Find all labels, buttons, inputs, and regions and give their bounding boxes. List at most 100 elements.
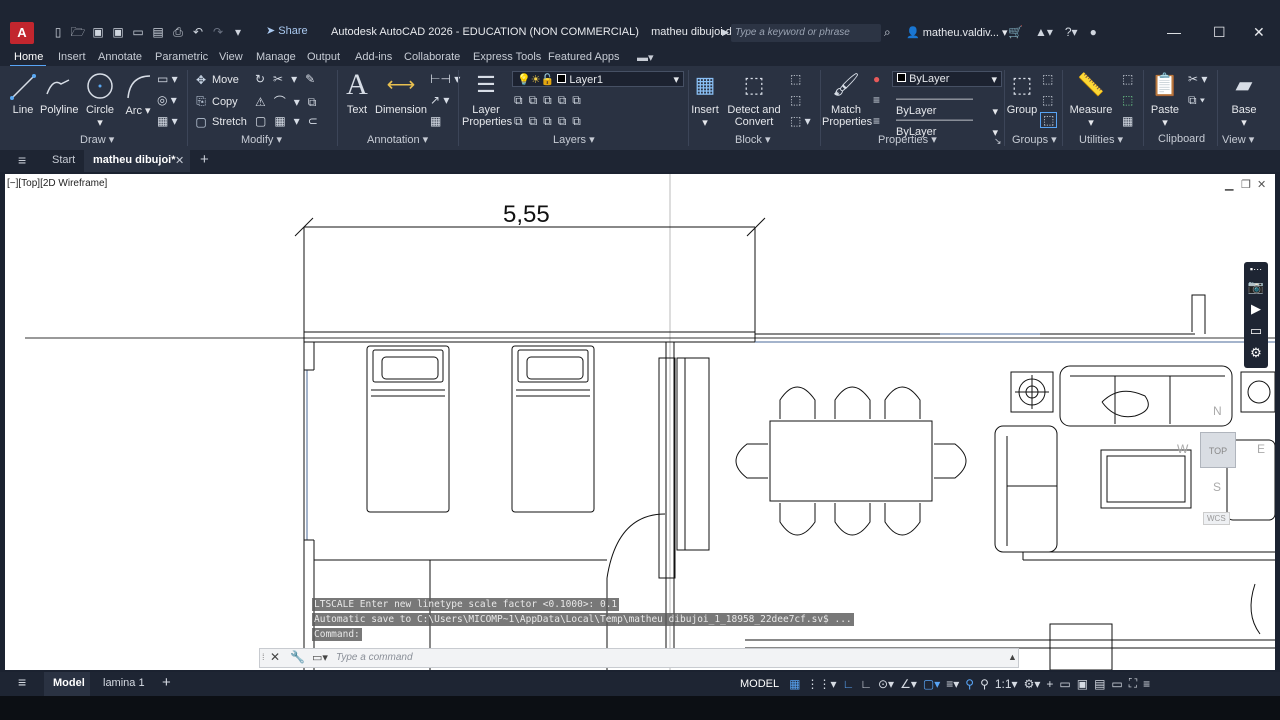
- calculator-icon[interactable]: ▦: [1122, 114, 1133, 128]
- copy-clip-icon[interactable]: ⧉ ▾: [1188, 93, 1205, 108]
- share-button[interactable]: ➤ Share: [266, 24, 308, 37]
- viewcube[interactable]: N W E S TOP WCS: [1173, 374, 1273, 525]
- isodraft-icon[interactable]: ⊙▾: [878, 677, 894, 691]
- rectangle-icon[interactable]: ▭ ▾: [157, 72, 178, 86]
- close-tab-icon[interactable]: ✕: [175, 154, 184, 167]
- user-account[interactable]: 👤 matheu.valdiv... ▾: [906, 26, 1008, 39]
- detect-convert-button[interactable]: ⬚ Detect and Convert: [726, 70, 782, 128]
- save-icon[interactable]: ▣: [90, 24, 106, 40]
- units-icon[interactable]: ▭: [1059, 677, 1070, 691]
- customize-qat-icon[interactable]: ▾: [230, 24, 246, 40]
- panel-launcher-icon[interactable]: ↘: [994, 136, 1002, 147]
- close-button[interactable]: ✕: [1253, 24, 1265, 41]
- cut-icon[interactable]: ✂ ▾: [1188, 72, 1207, 86]
- maximize-button[interactable]: ☐: [1213, 24, 1226, 41]
- recent-commands-icon[interactable]: ▭▾: [312, 651, 328, 664]
- redo-icon[interactable]: ↷: [210, 24, 226, 40]
- viewcube-east[interactable]: E: [1257, 442, 1265, 456]
- object-snap-tracking-icon[interactable]: ∠▾: [900, 677, 917, 691]
- new-tab-icon[interactable]: +: [200, 151, 209, 168]
- layer-dropdown[interactable]: 💡☀🔓 Layer1 ▾: [512, 71, 684, 87]
- osnap-icon[interactable]: ▢▾: [923, 677, 940, 691]
- tab-collaborate[interactable]: Collaborate: [404, 51, 460, 63]
- layer-tools-row-1[interactable]: ⧉⧉⧉⧉⧉: [514, 93, 587, 108]
- table-icon[interactable]: ▦: [430, 114, 441, 128]
- annotation-scale-icon[interactable]: ⚲: [965, 677, 974, 691]
- new-file-icon[interactable]: ▯: [50, 24, 66, 40]
- minimize-button[interactable]: —: [1167, 24, 1181, 40]
- tab-insert[interactable]: Insert: [58, 51, 86, 63]
- paste-button[interactable]: 📋 Paste ▾: [1148, 70, 1182, 129]
- tab-start[interactable]: Start: [52, 154, 75, 166]
- search-input[interactable]: Type a keyword or phrase: [731, 24, 881, 42]
- viewcube-south[interactable]: S: [1213, 480, 1221, 494]
- model-space-button[interactable]: MODEL: [740, 678, 779, 690]
- viewcube-north[interactable]: N: [1213, 404, 1222, 418]
- leader-icon[interactable]: ↗ ▾: [430, 93, 449, 107]
- tab-current-drawing[interactable]: matheu dibujoi*: [93, 154, 176, 166]
- properties-panel-label[interactable]: Properties ▾: [878, 133, 937, 146]
- drawing-viewport[interactable]: [−][Top][2D Wireframe] ▁ ❐ ✕ 5,55 N W E …: [5, 174, 1275, 670]
- tab-lamina-1[interactable]: lamina 1: [103, 677, 145, 689]
- measure-button[interactable]: 📏 Measure ▾: [1068, 70, 1114, 129]
- linetype-dropdown[interactable]: ——————— ByLayer ▾: [892, 113, 1002, 139]
- modify-panel-label[interactable]: Modify ▾: [241, 133, 282, 146]
- groups-panel-label[interactable]: Groups ▾: [1012, 133, 1057, 146]
- camera-icon[interactable]: 📷: [1244, 276, 1268, 298]
- viewcube-west[interactable]: W: [1177, 442, 1188, 456]
- insert-block-button[interactable]: ▦ Insert ▾: [690, 70, 720, 129]
- search-icon[interactable]: ⌕: [884, 25, 891, 40]
- base-view-button[interactable]: ▰ Base ▾: [1226, 70, 1262, 129]
- window-icon[interactable]: ▭: [1244, 320, 1268, 342]
- lineweight-toggle-icon[interactable]: ≡▾: [946, 677, 959, 691]
- autocad-logo-icon[interactable]: A: [10, 22, 34, 44]
- match-properties-button[interactable]: 🖌 Match Properties: [822, 70, 872, 128]
- tab-manage[interactable]: Manage: [256, 51, 296, 63]
- tab-express-tools[interactable]: Express Tools: [473, 51, 541, 63]
- text-button[interactable]: A Text: [343, 70, 371, 117]
- tab-featured-apps[interactable]: Featured Apps: [548, 51, 620, 63]
- wcs-menu[interactable]: WCS: [1203, 512, 1230, 525]
- polyline-button[interactable]: Polyline: [40, 70, 79, 116]
- copy-button[interactable]: ⎘ Copy: [194, 94, 238, 109]
- customize-wrench-icon[interactable]: 🔧: [290, 650, 305, 664]
- layer-tools-row-2[interactable]: ⧉⧉⧉⧉⧉: [514, 114, 587, 129]
- tab-view[interactable]: View: [219, 51, 243, 63]
- group-button[interactable]: ⬚ Group: [1006, 70, 1038, 116]
- drag-handle-icon[interactable]: ⁞: [262, 652, 265, 662]
- annotation-visibility-icon[interactable]: ⚲: [980, 677, 989, 691]
- add-layout-icon[interactable]: +: [162, 674, 171, 691]
- draw-panel-label[interactable]: Draw ▾: [80, 133, 114, 146]
- tab-home[interactable]: Home: [14, 51, 43, 63]
- hardware-accel-icon[interactable]: ▤: [1094, 677, 1105, 691]
- expand-history-icon[interactable]: ▲: [1008, 652, 1017, 662]
- ellipse-icon[interactable]: ◎ ▾: [157, 93, 177, 107]
- cart-icon[interactable]: 🛒: [1008, 25, 1023, 39]
- annotation-panel-label[interactable]: Annotation ▾: [367, 133, 428, 146]
- linear-dim-icon[interactable]: ⊢⊣ ▾: [430, 72, 460, 86]
- tab-add-ins[interactable]: Add-ins: [355, 51, 392, 63]
- ortho-icon[interactable]: ∟: [843, 677, 855, 691]
- utilities-panel-label[interactable]: Utilities ▾: [1079, 133, 1123, 146]
- select-all-icon[interactable]: ⬚: [1122, 93, 1133, 107]
- settings-gear-icon[interactable]: ⚙: [1244, 342, 1268, 364]
- customize-status-icon[interactable]: ≡: [1143, 677, 1150, 691]
- move-button[interactable]: ✥ Move: [194, 73, 239, 87]
- workspace-gear-icon[interactable]: ⚙▾: [1024, 677, 1041, 691]
- save-as-icon[interactable]: ▣: [110, 24, 126, 40]
- feedback-icon[interactable]: ●: [1090, 25, 1097, 39]
- lineweight-dropdown[interactable]: ——————— ByLayer ▾: [892, 92, 1002, 118]
- grid-icon[interactable]: ▦: [789, 677, 800, 691]
- stretch-button[interactable]: ▢ Stretch: [194, 115, 247, 129]
- nav-menu-icon[interactable]: ▪⋯: [1244, 262, 1268, 276]
- dimension-button[interactable]: ⟷ Dimension: [375, 70, 427, 116]
- scale-dropdown[interactable]: 1:1▾: [995, 677, 1018, 691]
- undo-icon[interactable]: ↶: [190, 24, 206, 40]
- tab-annotate[interactable]: Annotate: [98, 51, 142, 63]
- publish-icon[interactable]: ▤: [150, 24, 166, 40]
- line-button[interactable]: Line: [8, 70, 38, 116]
- arc-button[interactable]: Arc ▾: [124, 70, 152, 117]
- ribbon-toggle-icon[interactable]: ▬▾: [637, 51, 654, 64]
- video-icon[interactable]: ▶: [1244, 298, 1268, 320]
- layer-properties-button[interactable]: ☰ Layer Properties: [462, 70, 512, 128]
